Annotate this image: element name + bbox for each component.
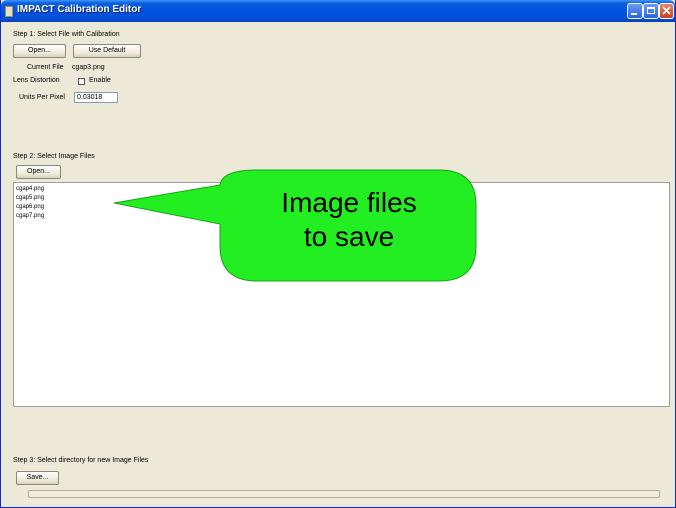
callout-bubble [113, 169, 477, 282]
callout-line2: to save [303, 221, 395, 252]
callout-text: Image files to save [222, 186, 476, 254]
progress-bar [28, 490, 660, 498]
callout-line1: Image files [281, 187, 417, 218]
step3-heading: Step 3: Select directory for new Image F… [13, 457, 149, 464]
save-button[interactable]: Save... [16, 471, 59, 485]
calibration-editor-window: IMPACT Calibration Editor Step 1: Select… [0, 0, 676, 508]
